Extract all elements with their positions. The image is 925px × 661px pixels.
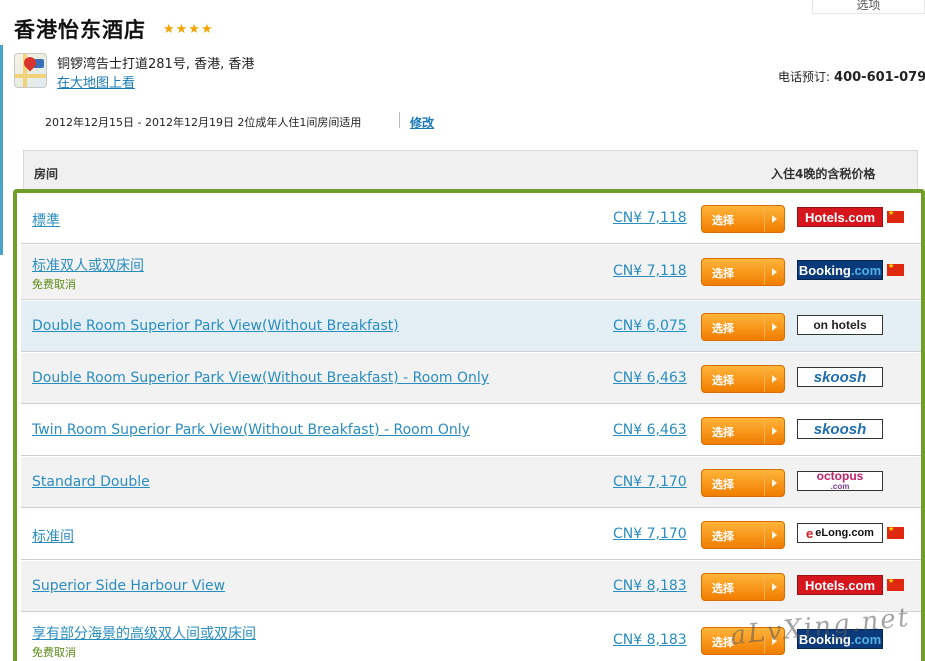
logo-text: skoosh: [813, 420, 867, 438]
arrow-right-icon: [764, 259, 784, 285]
arrow-right-icon: [764, 628, 784, 654]
room-name-link[interactable]: 标准间: [32, 526, 74, 546]
select-button[interactable]: 选择: [701, 365, 785, 393]
free-cancellation-badge: 免费取消: [32, 278, 76, 291]
china-flag-icon: [887, 525, 904, 539]
select-button[interactable]: 选择: [701, 417, 785, 445]
star-rating: ★★★★: [163, 22, 214, 37]
logo-text: e: [806, 525, 814, 541]
room-row: 标准间 CN¥ 7,170 选择 e eLong.com: [21, 509, 921, 560]
select-button[interactable]: 选择: [701, 313, 785, 341]
hotel-address: 铜锣湾告士打道281号, 香港, 香港: [57, 57, 255, 72]
select-button-label: 选择: [712, 267, 734, 280]
room-column-header: 房间: [34, 167, 59, 181]
logo-text: Booking: [798, 631, 851, 647]
room-row: Double Room Superior Park View(Without B…: [21, 301, 921, 352]
octopus-logo: octopus .com: [797, 471, 883, 491]
table-header: 房间 入住4晚的含税价格: [23, 150, 918, 192]
price-link[interactable]: CN¥ 7,118: [613, 210, 687, 226]
price-link[interactable]: CN¥ 8,183: [613, 632, 687, 648]
phone-number: 400-601-0797: [834, 70, 925, 85]
logo-text: .com: [850, 262, 882, 278]
china-flag-icon: [887, 209, 904, 223]
select-button-label: 选择: [712, 214, 734, 227]
select-button[interactable]: 选择: [701, 521, 785, 549]
elong-logo: e eLong.com: [797, 523, 883, 543]
phone-label: 电话预订:: [778, 70, 831, 84]
skoosh-logo: skoosh: [797, 367, 883, 387]
room-row: 标准双人或双床间 免费取消 CN¥ 7,118 选择 Booking .com: [21, 245, 921, 300]
room-name-link[interactable]: Double Room Superior Park View(Without B…: [32, 318, 399, 334]
hotels-com-logo: Hotels.com: [797, 207, 883, 227]
price-link[interactable]: CN¥ 7,170: [613, 526, 687, 542]
room-row: Double Room Superior Park View(Without B…: [21, 353, 921, 404]
china-flag-icon: [887, 577, 904, 591]
select-button[interactable]: 选择: [701, 205, 785, 233]
arrow-right-icon: [764, 366, 784, 392]
select-button[interactable]: 选择: [701, 627, 785, 655]
select-button-label: 选择: [712, 582, 734, 595]
room-name-link[interactable]: Superior Side Harbour View: [32, 578, 225, 594]
room-row: 享有部分海景的高级双人间或双床间 免费取消 CN¥ 8,183 选择 Booki…: [21, 613, 921, 661]
map-icon[interactable]: [14, 53, 47, 88]
price-link[interactable]: CN¥ 8,183: [613, 578, 687, 594]
select-button-label: 选择: [712, 374, 734, 387]
select-button[interactable]: 选择: [701, 469, 785, 497]
logo-text: Booking: [798, 262, 851, 278]
select-button-label: 选择: [712, 478, 734, 491]
logo-text: skoosh: [813, 368, 867, 386]
arrow-right-icon: [764, 314, 784, 340]
room-row: Superior Side Harbour View CN¥ 8,183 选择 …: [21, 561, 921, 612]
room-list: 標準 CN¥ 7,118 选择 Hotels.com 标准双人或双床间 免费取消…: [13, 189, 925, 661]
price-link[interactable]: CN¥ 6,075: [613, 318, 687, 334]
price-link[interactable]: CN¥ 7,118: [613, 263, 687, 279]
price-link[interactable]: CN¥ 7,170: [613, 474, 687, 490]
room-name-link[interactable]: 享有部分海景的高级双人间或双床间: [32, 623, 256, 643]
arrow-right-icon: [764, 418, 784, 444]
logo-text: eLong.com: [815, 527, 874, 539]
room-row: 標準 CN¥ 7,118 选择 Hotels.com: [21, 193, 921, 244]
select-button-label: 选择: [712, 322, 734, 335]
select-button-label: 选择: [712, 530, 734, 543]
arrow-right-icon: [764, 522, 784, 548]
logo-text: on hotels: [813, 318, 867, 332]
logo-text: Hotels.com: [804, 209, 876, 225]
phone-booking: 电话预订:400-601-0797: [778, 68, 925, 85]
skoosh-logo: skoosh: [797, 419, 883, 439]
booking-com-logo: Booking .com: [797, 260, 883, 280]
room-name-link[interactable]: Double Room Superior Park View(Without B…: [32, 370, 489, 386]
arrow-right-icon: [764, 574, 784, 600]
onhotels-logo: on hotels: [797, 315, 883, 335]
select-button-label: 选择: [712, 636, 734, 649]
free-cancellation-badge: 免费取消: [32, 646, 76, 659]
select-button[interactable]: 选择: [701, 258, 785, 286]
view-large-map-link[interactable]: 在大地图上看: [57, 72, 135, 91]
arrow-right-icon: [764, 470, 784, 496]
room-row: Standard Double CN¥ 7,170 选择 octopus .com: [21, 457, 921, 508]
room-row: Twin Room Superior Park View(Without Bre…: [21, 405, 921, 456]
select-button[interactable]: 选择: [701, 573, 785, 601]
price-column-header: 入住4晚的含税价格: [771, 167, 876, 181]
logo-text: Hotels.com: [804, 577, 876, 593]
left-accent-bar: [0, 45, 3, 255]
price-link[interactable]: CN¥ 6,463: [613, 422, 687, 438]
hotel-name: 香港怡东酒店: [14, 18, 146, 42]
room-name-link[interactable]: 標準: [32, 210, 60, 230]
arrow-right-icon: [764, 206, 784, 232]
logo-text: octopus: [816, 471, 864, 483]
price-link[interactable]: CN¥ 6,463: [613, 370, 687, 386]
room-name-link[interactable]: 标准双人或双床间: [32, 255, 144, 275]
divider: [399, 112, 400, 128]
room-name-link[interactable]: Twin Room Superior Park View(Without Bre…: [32, 422, 470, 438]
logo-text: .com: [850, 631, 882, 647]
room-name-link[interactable]: Standard Double: [32, 474, 150, 490]
select-button-label: 选择: [712, 426, 734, 439]
hotels-com-logo: Hotels.com: [797, 575, 883, 595]
logo-text: .com: [830, 482, 850, 491]
booking-com-logo: Booking .com: [797, 629, 883, 649]
china-flag-icon: [887, 262, 904, 276]
modify-link[interactable]: 修改: [410, 114, 434, 131]
options-tab[interactable]: 选项: [812, 0, 925, 14]
stay-dates: 2012年12月15日 - 2012年12月19日 2位成年人住1间房间适用: [45, 116, 362, 129]
